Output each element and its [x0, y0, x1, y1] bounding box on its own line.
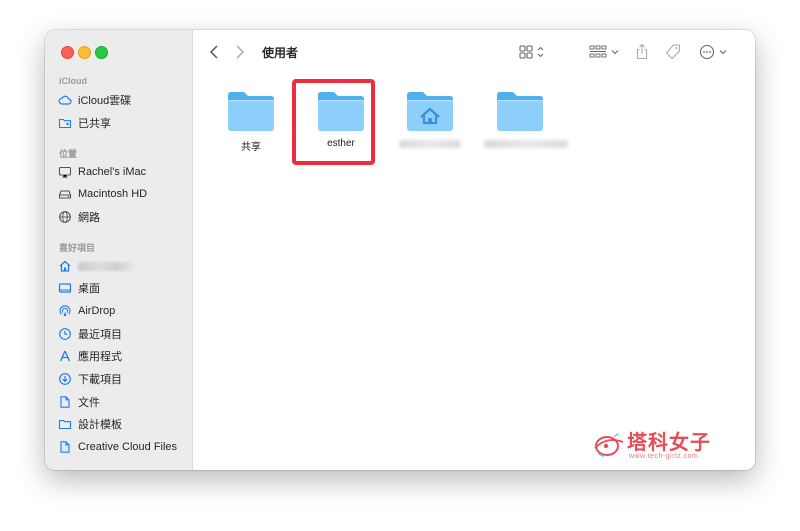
forward-button[interactable] [234, 42, 246, 62]
watermark-url: www.tech-girlz.com [629, 452, 699, 460]
tag-icon [665, 44, 681, 60]
sidebar-item-macintosh-hd[interactable]: Macintosh HD [58, 184, 186, 204]
globe-icon [59, 211, 71, 223]
sidebar-section-icloud: iCloud [59, 76, 87, 86]
more-icon [699, 44, 727, 60]
sidebar-item-label: AirDrop [78, 305, 116, 317]
toolbar: 使用者 [192, 30, 755, 74]
close-button[interactable] [61, 46, 74, 59]
home-folder-icon [407, 92, 453, 131]
share-icon [636, 43, 648, 60]
blurred-folder-label [484, 140, 568, 148]
sidebar-item-desktop[interactable]: 桌面 [58, 278, 186, 298]
airdrop-icon [59, 305, 71, 316]
back-button[interactable] [208, 42, 220, 62]
group-icon [589, 45, 619, 58]
logo-icon [594, 433, 624, 457]
sidebar: iCloud iCloud雲碟 已共享 位置 Rachel's iMac Mac… [45, 30, 193, 470]
folder-item-blurred[interactable] [484, 90, 568, 148]
sidebar-item-downloads[interactable]: 下載項目 [58, 369, 186, 389]
sidebar-item-airdrop[interactable]: AirDrop [58, 301, 186, 321]
finder-window: iCloud iCloud雲碟 已共享 位置 Rachel's iMac Mac… [45, 30, 755, 470]
sidebar-section-locations: 位置 [59, 149, 78, 159]
sidebar-section-favorites: 喜好項目 [59, 243, 96, 253]
zoom-button[interactable] [95, 46, 108, 59]
download-icon [59, 373, 71, 385]
sidebar-item-documents[interactable]: 文件 [58, 392, 186, 412]
folder-icon [58, 419, 72, 430]
sidebar-item-label: 已共享 [78, 118, 111, 130]
sidebar-item-label: 網路 [78, 212, 100, 224]
file-grid: 共享 esther [192, 74, 755, 470]
sidebar-item-label: 應用程式 [78, 351, 122, 363]
chevron-left-icon [210, 45, 218, 59]
folder-label: 共享 [241, 142, 261, 153]
desktop-icon [58, 283, 72, 293]
clock-icon [59, 328, 71, 340]
sidebar-item-creative-cloud-files[interactable]: Creative Cloud Files [58, 437, 186, 457]
sidebar-item-label: 設計模板 [78, 419, 122, 431]
blurred-folder-label [399, 140, 461, 148]
sidebar-item-label: Macintosh HD [78, 188, 148, 200]
folder-item-home[interactable] [394, 90, 466, 148]
sidebar-item-label: 桌面 [78, 283, 100, 295]
sidebar-item-applications[interactable]: 應用程式 [58, 346, 186, 366]
chevron-right-icon [236, 45, 244, 59]
sidebar-item-network[interactable]: 網路 [58, 207, 186, 227]
cloud-icon [58, 95, 72, 105]
sidebar-item-label: Creative Cloud Files [78, 441, 178, 453]
hard-drive-icon [58, 190, 72, 199]
sidebar-item-label: iCloud雲碟 [78, 95, 132, 107]
sidebar-item-design-templates[interactable]: 設計模板 [58, 414, 186, 434]
sidebar-item-recents[interactable]: 最近項目 [58, 324, 186, 344]
window-title: 使用者 [262, 46, 299, 60]
minimize-button[interactable] [78, 46, 91, 59]
watermark-logo: 塔科女子 www.tech-girlz.com [593, 432, 711, 460]
sidebar-item-label: 最近項目 [78, 329, 122, 341]
view-mode-button[interactable] [519, 42, 547, 62]
tag-button[interactable] [664, 42, 682, 62]
applications-icon [59, 350, 71, 362]
sidebar-item-icloud-drive[interactable]: iCloud雲碟 [58, 90, 186, 110]
shared-folder-icon [58, 118, 72, 129]
file-icon [60, 441, 70, 453]
selection-highlight-box [292, 79, 375, 165]
watermark-text: 塔科女子 [627, 431, 711, 454]
sidebar-item-label: Rachel's iMac [78, 166, 147, 178]
folder-icon [228, 92, 274, 131]
sidebar-item-shared[interactable]: 已共享 [58, 113, 186, 133]
sidebar-item-imac[interactable]: Rachel's iMac [58, 162, 186, 182]
grid-view-icon [519, 45, 544, 59]
blurred-username [78, 261, 134, 271]
group-button[interactable] [589, 42, 621, 62]
folder-icon [497, 92, 543, 131]
sidebar-item-home[interactable] [58, 256, 186, 276]
folder-item-shared[interactable]: 共享 [215, 90, 287, 153]
action-menu-button[interactable] [698, 42, 730, 62]
sidebar-item-label: 下載項目 [78, 374, 122, 386]
imac-icon [58, 166, 72, 178]
sidebar-item-label: 文件 [78, 397, 100, 409]
home-icon [59, 260, 71, 272]
share-button[interactable] [635, 42, 649, 62]
document-icon [60, 396, 70, 408]
